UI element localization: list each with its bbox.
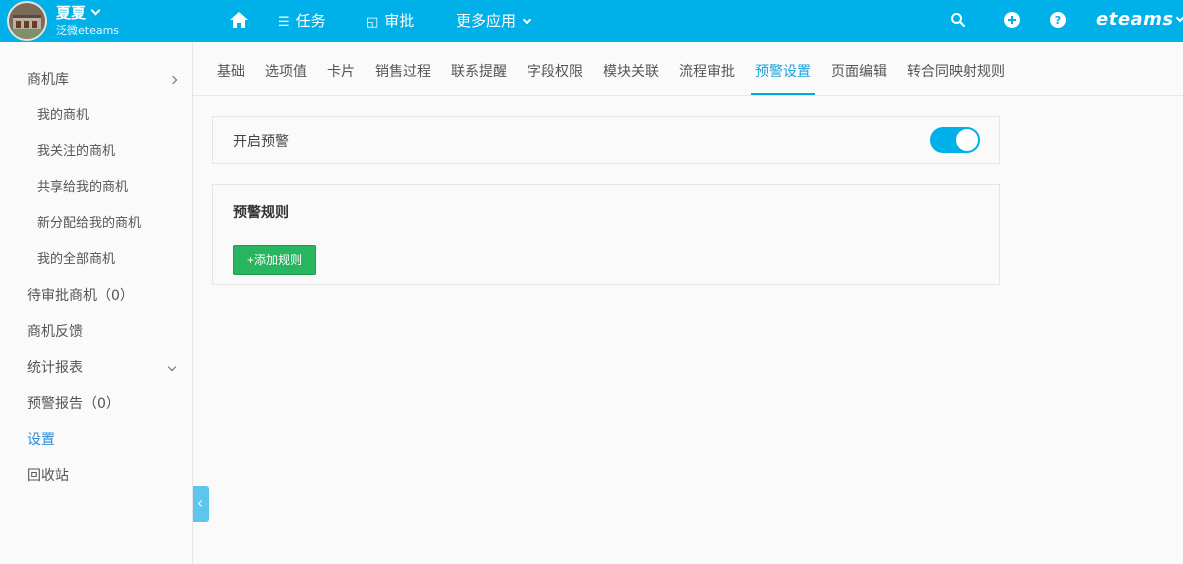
tab-workflow-approval[interactable]: 流程审批 [679, 62, 735, 82]
sidebar-item-recycle-bin[interactable]: 回收站 [27, 466, 69, 486]
enable-warning-card: 开启预警 [212, 116, 1000, 164]
sidebar-item-opportunity-library[interactable]: 商机库 [27, 70, 69, 90]
sidebar-item-followed-opportunities[interactable]: 我关注的商机 [37, 142, 115, 162]
brand-logo: eteams [1096, 9, 1174, 30]
add-rule-button[interactable]: +添加规则 [233, 245, 316, 275]
tab-warning-settings[interactable]: 预警设置 [755, 62, 811, 82]
user-org: 泛微eteams [56, 24, 120, 37]
brand-menu[interactable]: eteams [1096, 9, 1183, 30]
tab-module-association[interactable]: 模块关联 [603, 62, 659, 82]
user-menu[interactable]: 夏夏 [56, 2, 101, 23]
enable-warning-toggle[interactable] [930, 127, 980, 153]
sidebar-item-pending-approval[interactable]: 待审批商机（0） [27, 286, 134, 306]
tab-contract-mapping[interactable]: 转合同映射规则 [907, 62, 1005, 82]
sidebar-item-settings[interactable]: 设置 [27, 430, 55, 450]
search-icon[interactable] [950, 12, 966, 28]
tab-option-values[interactable]: 选项值 [265, 62, 307, 82]
user-name: 夏夏 [56, 4, 87, 22]
chevron-down-icon [1175, 13, 1183, 23]
tab-sales-process[interactable]: 销售过程 [375, 62, 431, 82]
tab-field-permissions[interactable]: 字段权限 [527, 62, 583, 82]
avatar[interactable] [7, 1, 47, 41]
help-icon[interactable]: ? [1050, 12, 1066, 28]
top-bar: 夏夏 泛微eteams ☰ 任务 ◱ 审批 更多应用 ? eteams [0, 0, 1183, 42]
settings-tabs: 基础 选项值 卡片 销售过程 联系提醒 字段权限 模块关联 流程审批 预警设置 … [193, 42, 1183, 96]
nav-approval[interactable]: ◱ 审批 [366, 11, 414, 31]
chevron-down-icon[interactable] [167, 362, 177, 372]
sidebar: 商机库 我的商机 我关注的商机 共享给我的商机 新分配给我的商机 我的全部商机 … [0, 42, 193, 564]
sidebar-item-newly-assigned[interactable]: 新分配给我的商机 [37, 214, 141, 234]
tab-card[interactable]: 卡片 [327, 62, 355, 82]
warning-rules-card: 预警规则 +添加规则 [212, 184, 1000, 285]
sidebar-item-feedback[interactable]: 商机反馈 [27, 322, 83, 342]
approval-icon: ◱ [366, 15, 379, 30]
nav-more-apps[interactable]: 更多应用 [456, 11, 532, 31]
sidebar-item-my-opportunities[interactable]: 我的商机 [37, 106, 89, 126]
sidebar-item-warning-reports[interactable]: 预警报告（0） [27, 394, 120, 414]
sidebar-item-reports[interactable]: 统计报表 [27, 358, 83, 378]
tab-contact-reminder[interactable]: 联系提醒 [451, 62, 507, 82]
nav-tasks[interactable]: ☰ 任务 [278, 11, 326, 31]
add-icon[interactable] [1004, 12, 1020, 28]
tab-page-edit[interactable]: 页面编辑 [831, 62, 887, 82]
sidebar-item-shared-opportunities[interactable]: 共享给我的商机 [37, 178, 128, 198]
sidebar-item-all-my-opportunities[interactable]: 我的全部商机 [37, 250, 115, 270]
sidebar-collapse-button[interactable] [193, 486, 209, 522]
warning-rules-title: 预警规则 [233, 205, 289, 221]
chevron-down-icon [522, 15, 532, 25]
active-tab-indicator [751, 93, 815, 95]
enable-warning-label: 开启预警 [233, 134, 289, 150]
avatar-image [13, 15, 41, 29]
chevron-right-icon[interactable] [168, 75, 178, 85]
toggle-knob [956, 129, 978, 151]
svg-text:?: ? [1055, 14, 1061, 27]
home-icon[interactable] [229, 10, 249, 30]
tab-basic[interactable]: 基础 [217, 62, 245, 82]
chevron-down-icon [90, 5, 101, 16]
list-icon: ☰ [278, 15, 290, 30]
